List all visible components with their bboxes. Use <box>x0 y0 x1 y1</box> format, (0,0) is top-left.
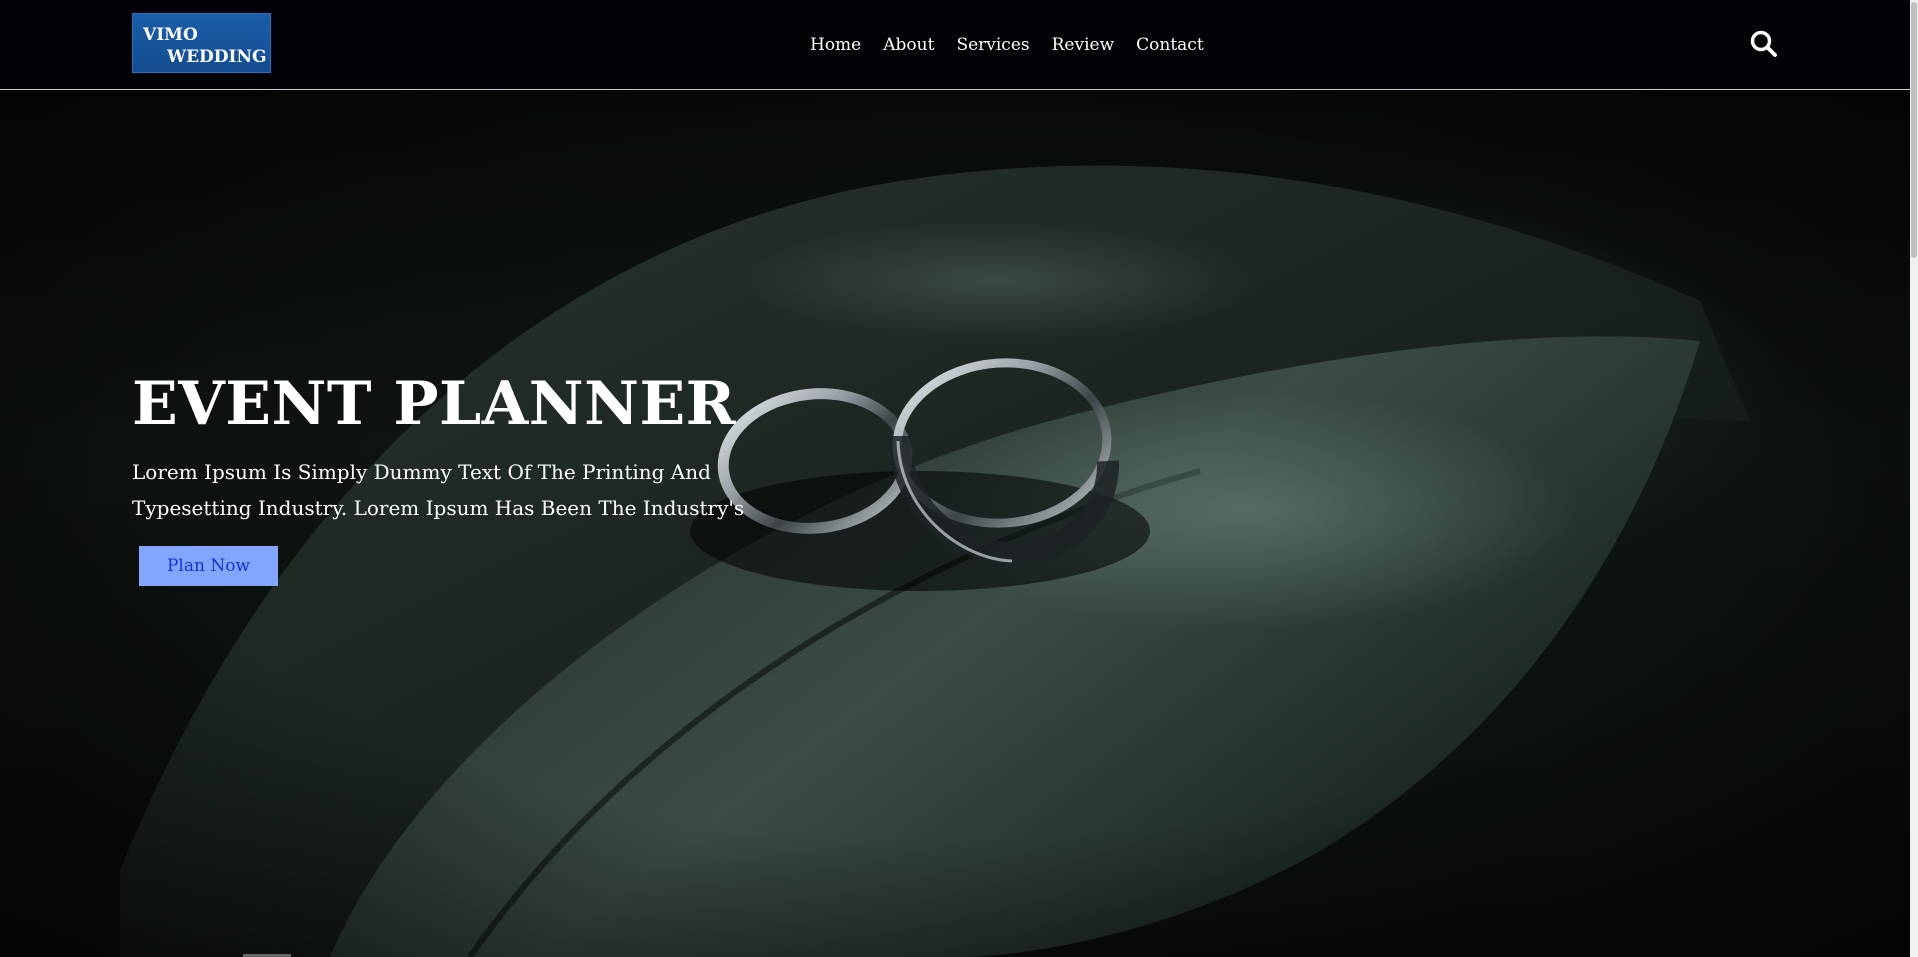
main-nav: Home About Services Review Contact <box>810 0 1204 90</box>
hero-subtitle: Lorem Ipsum Is Simply Dummy Text Of The … <box>132 460 745 520</box>
nav-item-about[interactable]: About <box>883 35 934 55</box>
nav-item-contact[interactable]: Contact <box>1136 35 1204 55</box>
page: VIMO WEDDING Home About Services Review … <box>0 0 1918 957</box>
page-scrollbar[interactable] <box>1910 0 1918 957</box>
logo[interactable]: VIMO WEDDING <box>132 13 271 73</box>
scrollbar-thumb[interactable] <box>1911 2 1917 258</box>
logo-line-1: VIMO <box>143 25 198 45</box>
search-icon[interactable] <box>1748 28 1780 60</box>
nav-item-home[interactable]: Home <box>810 35 861 55</box>
hero-section: EVENT PLANNER Lorem Ipsum Is Simply Dumm… <box>0 91 1910 957</box>
logo-line-2: WEDDING <box>167 47 267 67</box>
nav-item-review[interactable]: Review <box>1052 35 1115 55</box>
nav-item-services[interactable]: Services <box>956 35 1029 55</box>
site-header: VIMO WEDDING Home About Services Review … <box>0 0 1910 90</box>
plan-now-button[interactable]: Plan Now <box>139 546 278 586</box>
hero-title: EVENT PLANNER <box>132 369 737 439</box>
